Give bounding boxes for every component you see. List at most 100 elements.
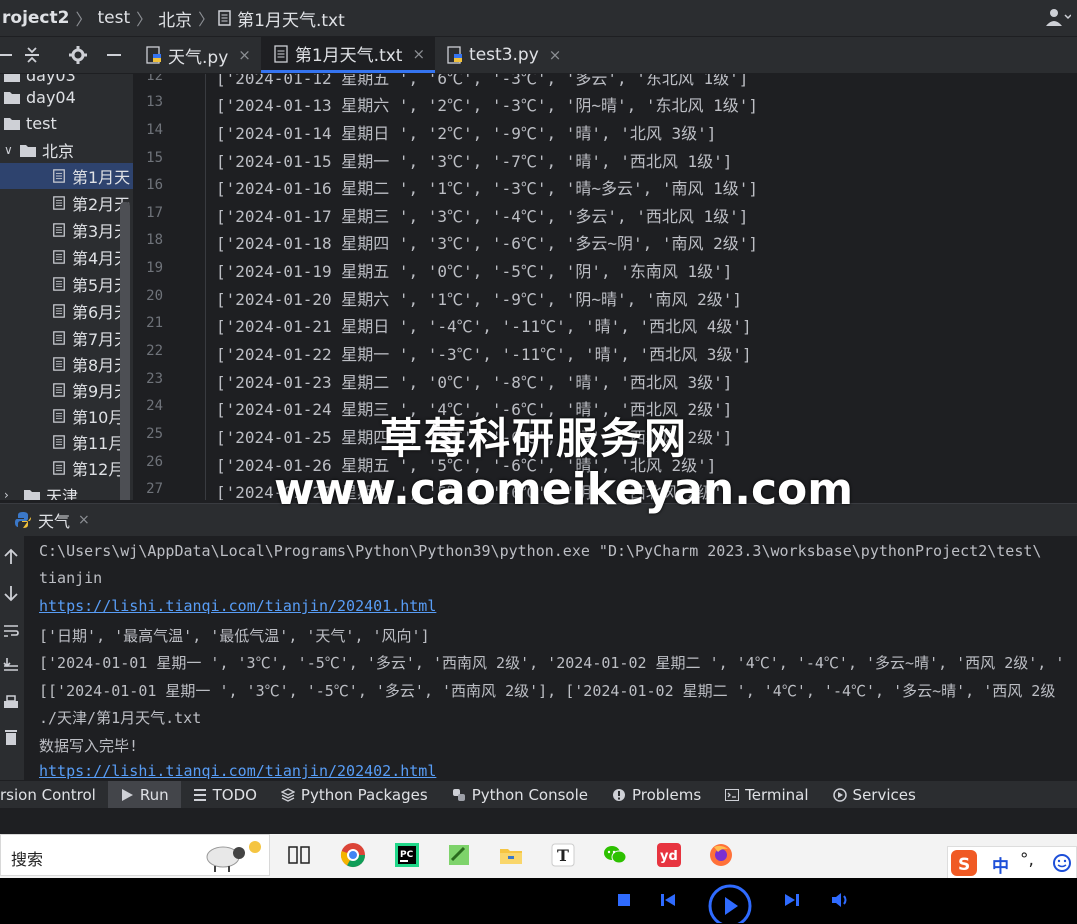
code-line[interactable]: ['2024-01-17 星期三 ', '3℃', '-4℃', '多云', '…	[216, 203, 748, 227]
arrow-down-icon[interactable]	[2, 584, 20, 602]
console-link[interactable]: https://lishi.tianqi.com/tianjin/202401.…	[39, 597, 436, 615]
tree-item-file[interactable]: 第8月天	[0, 351, 133, 377]
tab-weather-py[interactable]: 天气.py ×	[134, 37, 261, 73]
typora-icon[interactable]: T	[550, 842, 576, 868]
text-file-icon	[53, 169, 65, 183]
volume-icon[interactable]	[830, 890, 850, 910]
services-icon	[832, 787, 847, 802]
todo-button[interactable]: TODO	[181, 781, 269, 808]
tree-item-file[interactable]: 第9月天	[0, 377, 133, 403]
expand-collapse-icon[interactable]	[22, 45, 42, 65]
breadcrumb-folder-test[interactable]: test	[91, 8, 136, 28]
close-icon[interactable]: ×	[412, 45, 425, 63]
run-console[interactable]: C:\Users\wj\AppData\Local\Programs\Pytho…	[24, 536, 1077, 780]
file-explorer-icon[interactable]	[498, 842, 524, 868]
minimize-icon[interactable]	[104, 45, 124, 65]
breadcrumb-folder-beijing[interactable]: 北京	[152, 6, 198, 31]
soft-wrap-icon[interactable]	[2, 622, 20, 640]
button-label: Python Console	[471, 785, 588, 804]
chevron-right-icon[interactable]: ›	[4, 488, 24, 500]
tree-item-file[interactable]: 第2月天	[0, 190, 133, 216]
trash-icon[interactable]	[2, 728, 20, 746]
tree-item-file[interactable]: 第6月天	[0, 298, 133, 324]
line-number: 12	[146, 74, 163, 84]
code-line[interactable]: ['2024-01-15 星期一 ', '3℃', '-7℃', '晴', '西…	[216, 148, 732, 172]
previous-icon[interactable]	[658, 890, 678, 910]
folder-icon	[20, 145, 36, 157]
console-line: ['2024-01-01 星期一 ', '3℃', '-5℃', '多云', '…	[39, 654, 1065, 672]
code-line[interactable]: ['2024-01-14 星期日 ', '2℃', '-9℃', '晴', '北…	[216, 120, 716, 144]
run-button[interactable]: Run	[107, 781, 181, 808]
pycharm-icon[interactable]: PC	[394, 842, 420, 868]
print-icon[interactable]	[2, 694, 20, 712]
breadcrumb-project[interactable]: roject2	[0, 8, 75, 28]
scroll-to-end-icon[interactable]	[2, 656, 20, 674]
indent-guide	[205, 74, 206, 500]
tree-item-file[interactable]: 第1月天	[0, 163, 133, 189]
close-icon[interactable]: ×	[549, 46, 562, 64]
breadcrumb-separator: 〉	[198, 10, 215, 29]
code-line[interactable]: ['2024-01-18 星期四 ', '3℃', '-6℃', '多云~阴',…	[216, 230, 758, 254]
line-number: 27	[146, 481, 163, 497]
notepad-app-icon[interactable]	[446, 842, 472, 868]
collapse-all-icon[interactable]	[0, 45, 14, 65]
code-line[interactable]: ['2024-01-21 星期日 ', '-4℃', '-11℃', '晴', …	[216, 313, 752, 337]
tree-item-file[interactable]: 第10月	[0, 403, 133, 429]
stop-icon[interactable]	[614, 890, 634, 910]
taskbar-search[interactable]: 搜索	[0, 834, 270, 876]
version-control-button[interactable]: rsion Control	[0, 781, 108, 808]
button-label: Terminal	[745, 785, 809, 804]
firefox-icon[interactable]	[708, 842, 734, 868]
chevron-down-icon[interactable]: ∨	[4, 143, 20, 157]
console-link[interactable]: https://lishi.tianqi.com/tianjin/202402.…	[39, 762, 436, 780]
tree-item-day04[interactable]: day04	[0, 84, 133, 110]
wechat-icon[interactable]	[602, 842, 628, 868]
youdao-icon[interactable]: yd	[656, 842, 682, 868]
input-method-indicator[interactable]: S 中 °,	[947, 846, 1077, 880]
tree-item-file[interactable]: 第7月天	[0, 325, 133, 351]
tree-item-label: 第11月	[72, 434, 125, 453]
arrow-up-icon[interactable]	[2, 548, 20, 566]
tree-item-beijing[interactable]: ∨ 北京	[0, 137, 133, 163]
project-tree: day03 day04 test ∨ 北京 第1月天 第2月天 第3月天 第4月天…	[0, 74, 133, 500]
search-label: 搜索	[11, 850, 44, 869]
tab-january-weather-txt[interactable]: 第1月天气.txt ×	[260, 37, 436, 73]
chrome-icon[interactable]	[340, 842, 366, 868]
tree-item-file[interactable]: 第5月天	[0, 271, 133, 297]
terminal-button[interactable]: Terminal	[713, 781, 820, 808]
code-line[interactable]: ['2024-01-20 星期六 ', '1℃', '-9℃', '阴~晴', …	[216, 286, 742, 310]
tree-item-file[interactable]: 第3月天	[0, 217, 133, 243]
tab-test3-py[interactable]: test3.py ×	[435, 37, 571, 73]
tree-item-file[interactable]: 第4月天	[0, 244, 133, 270]
python-packages-button[interactable]: Python Packages	[269, 781, 440, 808]
gear-icon[interactable]	[68, 45, 88, 65]
breadcrumb-file[interactable]: 第1月天气.txt	[237, 6, 351, 31]
tree-item-label: 第1月天	[72, 168, 131, 187]
terminal-icon	[725, 788, 740, 801]
python-console-button[interactable]: Python Console	[440, 781, 600, 808]
services-button[interactable]: Services	[821, 781, 928, 808]
breadcrumb-separator: 〉	[136, 10, 153, 29]
line-number: 16	[146, 177, 163, 193]
user-account-icon[interactable]	[1045, 7, 1071, 27]
code-line[interactable]: ['2024-01-23 星期二 ', '0℃', '-8℃', '晴', '西…	[216, 369, 732, 393]
code-line[interactable]: ['2024-01-16 星期二 ', '1℃', '-3℃', '晴~多云',…	[216, 175, 758, 199]
tree-item-file[interactable]: 第11月	[0, 429, 133, 455]
tree-item-tianjin[interactable]: › 天津	[0, 482, 133, 500]
code-line[interactable]: ['2024-01-13 星期六 ', '2℃', '-3℃', '阴~晴', …	[216, 92, 758, 116]
code-line[interactable]: ['2024-01-19 星期五 ', '0℃', '-5℃', '阴', '东…	[216, 258, 732, 282]
problems-button[interactable]: Problems	[600, 781, 713, 808]
button-label: Services	[852, 785, 916, 804]
tree-item-test[interactable]: test	[0, 110, 133, 136]
task-view-icon[interactable]	[286, 842, 312, 868]
watermark-title: 草莓科研服务网	[380, 414, 689, 463]
play-icon[interactable]	[707, 883, 753, 923]
code-line[interactable]: ['2024-01-12 星期五 ', '6℃', '-3℃', '多云', '…	[216, 74, 748, 89]
close-icon[interactable]: ×	[238, 46, 251, 64]
close-icon[interactable]: ×	[78, 512, 90, 528]
next-icon[interactable]	[782, 890, 802, 910]
tree-item-file[interactable]: 第12月	[0, 455, 133, 481]
tree-scrollbar[interactable]	[120, 202, 130, 500]
code-line[interactable]: ['2024-01-22 星期一 ', '-3℃', '-11℃', '晴', …	[216, 341, 752, 365]
run-tab-weather[interactable]: 天气 ×	[14, 508, 90, 532]
